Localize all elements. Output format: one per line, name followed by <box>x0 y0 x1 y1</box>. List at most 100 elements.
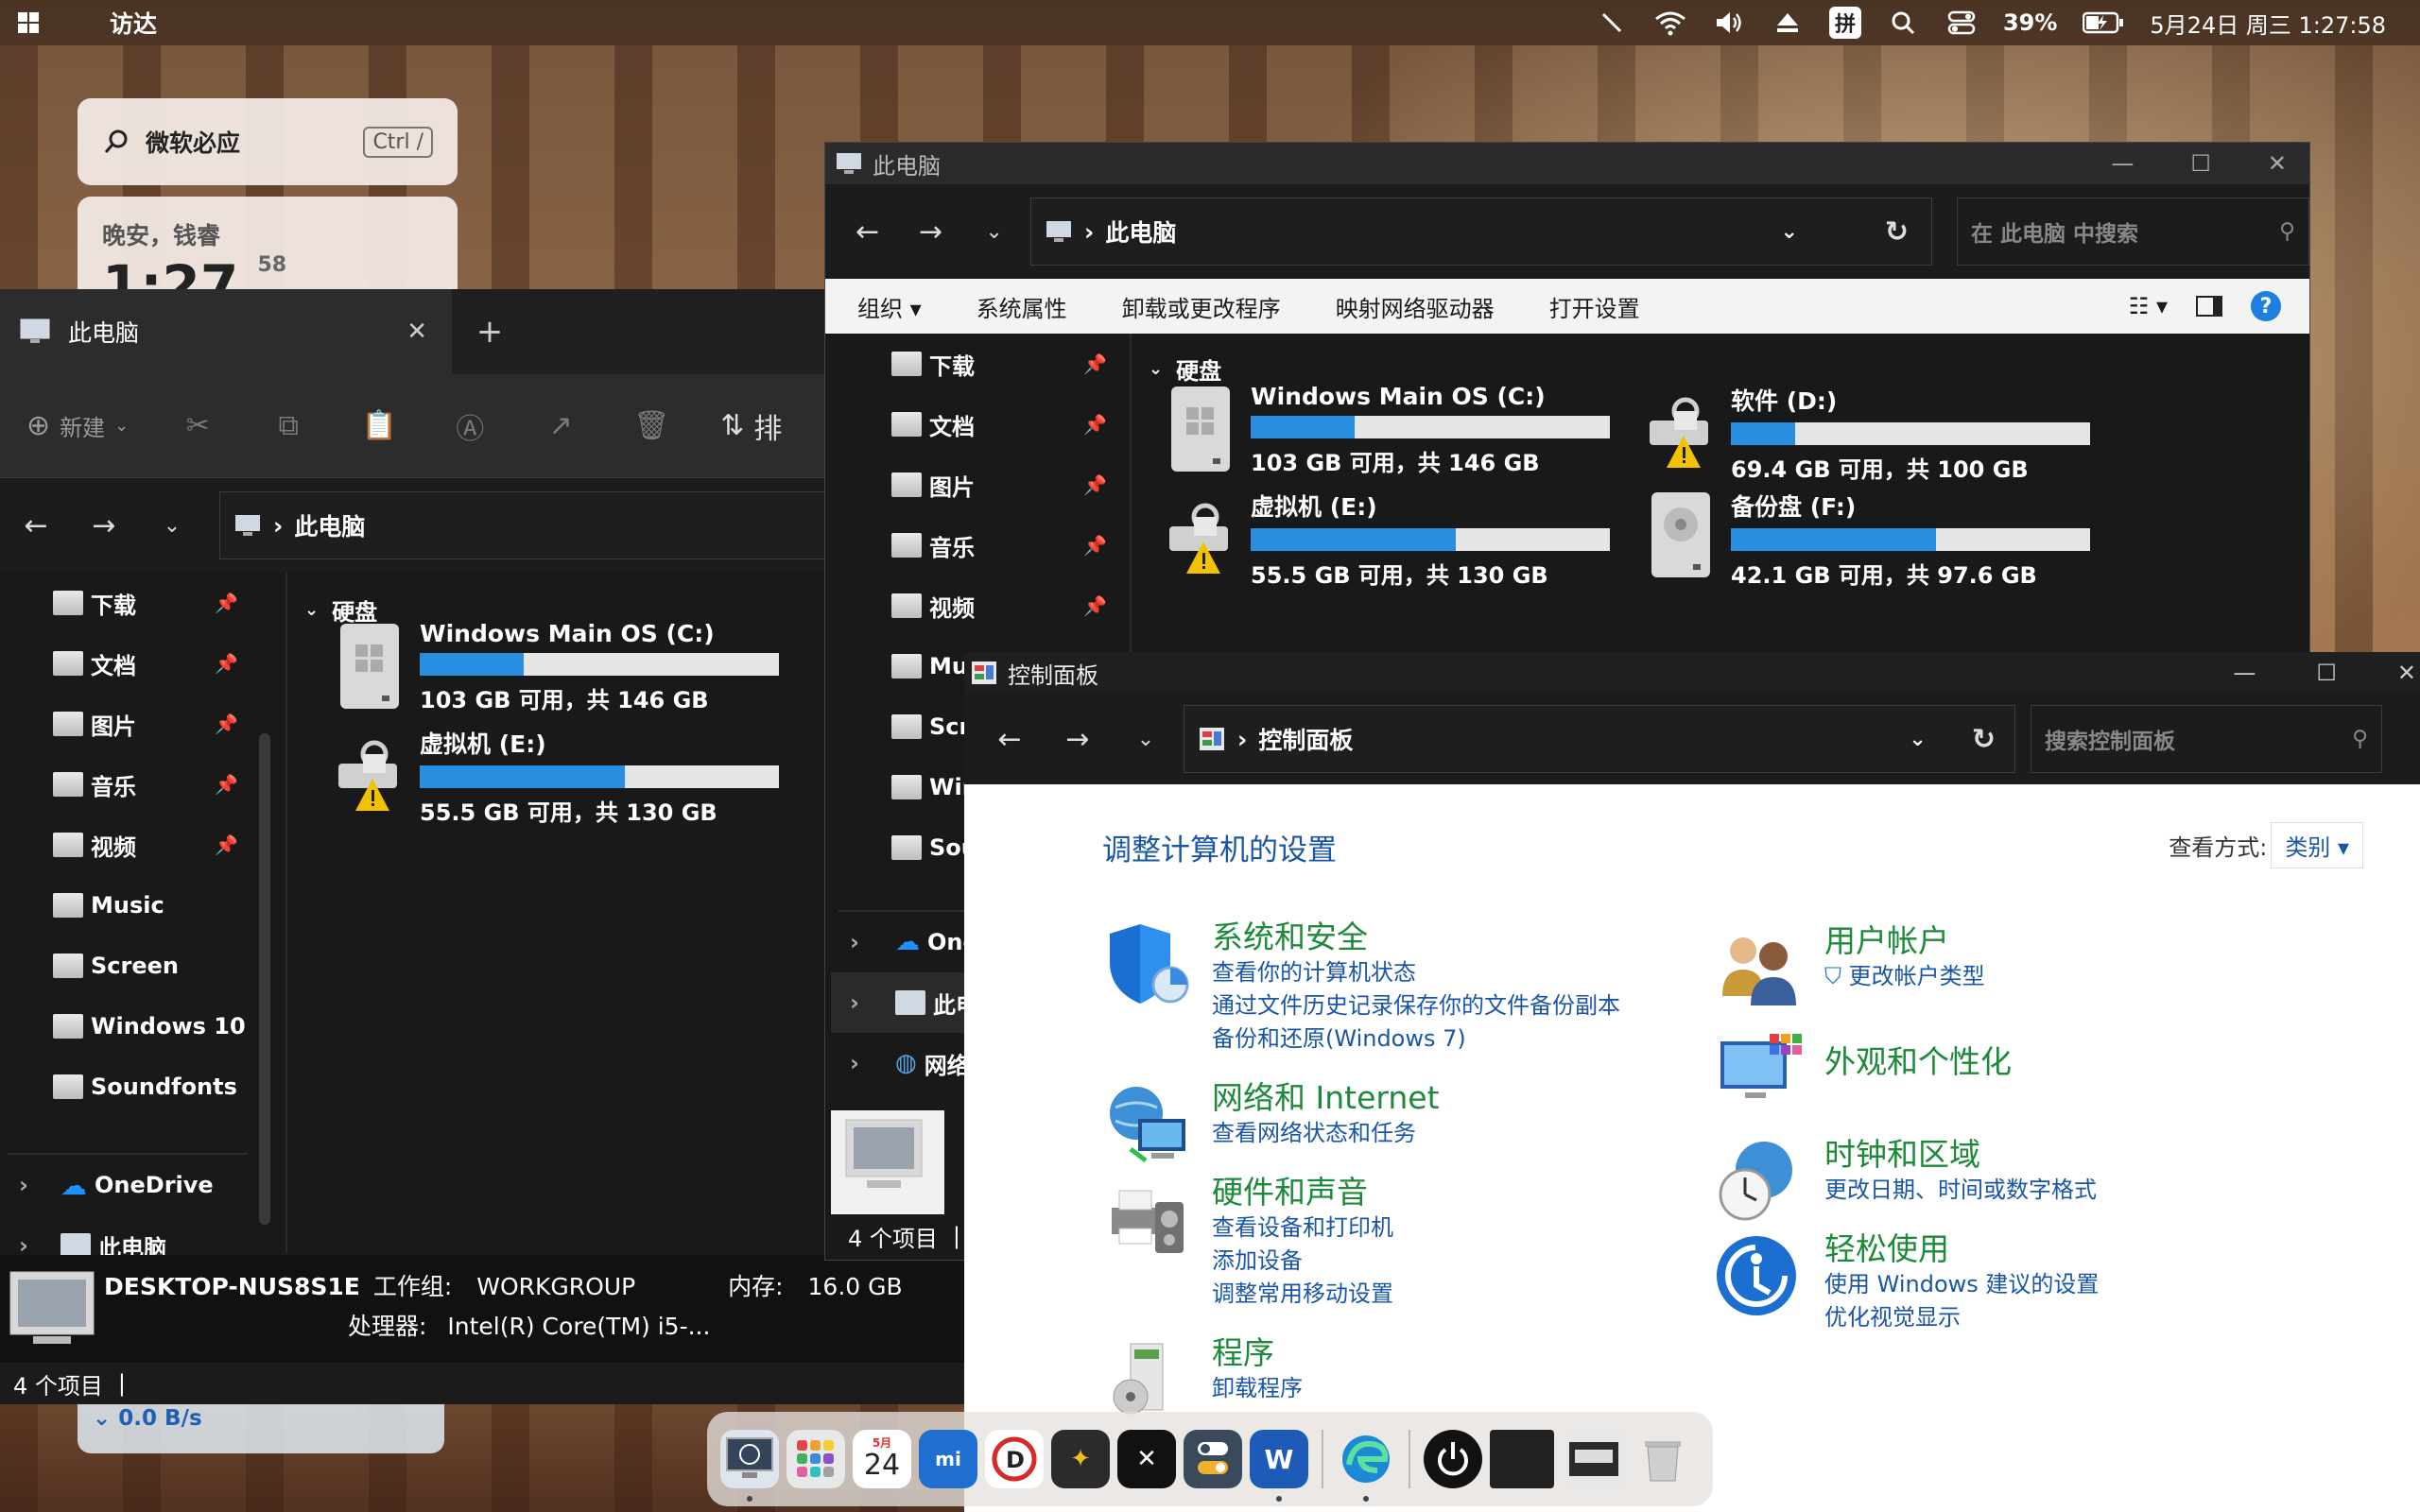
drive-c[interactable]: Windows Main OS (C:) 103 GB 可用，共 146 GB <box>335 620 779 714</box>
address-bar[interactable]: › 此电脑 ⌄ ↻ <box>1030 198 1933 266</box>
tab-this-pc[interactable]: 此电脑 ✕ <box>0 289 452 374</box>
close-icon[interactable]: ✕ <box>2397 660 2416 686</box>
new-button[interactable]: ⊕ 新建 ⌄ <box>26 409 129 442</box>
battery-icon[interactable] <box>2082 6 2125 40</box>
sidebar-item-documents[interactable]: 文档 📌 <box>0 633 255 694</box>
sidebar-item-music-folder[interactable]: Music <box>0 875 255 936</box>
category-title[interactable]: 时钟和区域 <box>1824 1136 2097 1174</box>
dock-calendar[interactable]: 5月 24 <box>853 1430 911 1488</box>
chevron-down-icon[interactable]: ⌄ <box>151 514 193 538</box>
category-title[interactable]: 网络和 Internet <box>1212 1079 1440 1117</box>
category-link[interactable]: 更改日期、时间或数字格式 <box>1824 1174 2097 1207</box>
system-properties-button[interactable]: 系统属性 <box>977 290 1067 323</box>
search-input[interactable]: 在 此电脑 中搜索 ⚲ <box>1957 198 2309 266</box>
sidebar-item-downloads[interactable]: 下载 📌 <box>831 334 1124 394</box>
drive-d[interactable]: 软件 (D:) 69.4 GB 可用，共 100 GB <box>1646 383 2090 484</box>
category-title[interactable]: 程序 <box>1212 1334 1303 1372</box>
dock-trash[interactable] <box>1634 1430 1692 1488</box>
volume-icon[interactable] <box>1712 6 1746 40</box>
chevron-down-icon[interactable]: ⌄ <box>975 220 1013 244</box>
chevron-down-icon[interactable]: ⌄ <box>1780 220 1797 244</box>
forward-arrow-icon[interactable]: → <box>911 215 950 249</box>
category-link[interactable]: 备份和还原(Windows 7) <box>1212 1022 1620 1056</box>
dock-app-bird[interactable]: ✦ <box>1051 1430 1110 1488</box>
category-link[interactable]: 添加设备 <box>1212 1245 1393 1278</box>
maximize-icon[interactable]: ☐ <box>2316 660 2337 686</box>
dock-word[interactable]: W <box>1250 1430 1308 1502</box>
title-bar[interactable]: 此电脑 — ☐ ✕ <box>825 143 2309 184</box>
category-title[interactable]: 硬件和声音 <box>1212 1174 1393 1211</box>
title-bar[interactable]: 控制面板 — ☐ ✕ <box>964 652 2420 694</box>
view-options-icon[interactable]: ☷ ▾ <box>2129 293 2168 319</box>
drive-e[interactable]: 虚拟机 (E:) 55.5 GB 可用，共 130 GB <box>335 726 779 827</box>
category-link[interactable]: 通过文件历史记录保存你的文件备份副本 <box>1212 989 1620 1022</box>
sidebar-item-soundfonts[interactable]: Soundfonts <box>0 1057 255 1117</box>
sidebar-item-pictures[interactable]: 图片 📌 <box>831 455 1124 515</box>
sidebar-item-music[interactable]: 音乐 📌 <box>0 754 255 815</box>
category-title[interactable]: 外观和个性化 <box>1824 1043 2012 1081</box>
drive-c[interactable]: Windows Main OS (C:) 103 GB 可用，共 146 GB <box>1166 383 1610 477</box>
search-input[interactable]: 搜索控制面板 ⚲ <box>2031 705 2382 773</box>
category-link[interactable]: 卸载程序 <box>1212 1372 1303 1405</box>
control-center-icon[interactable] <box>1945 6 1979 40</box>
category-link[interactable]: 调整常用移动设置 <box>1212 1278 1393 1311</box>
back-arrow-icon[interactable]: ← <box>848 215 887 249</box>
address-bar[interactable]: › 控制面板 ⌄ ↻ <box>1184 705 2015 773</box>
bing-search-widget[interactable]: 微软必应 Ctrl / <box>78 98 458 185</box>
category-link[interactable]: 查看网络状态和任务 <box>1212 1117 1440 1150</box>
clock-datetime[interactable]: 5月24日 周三 1:27:58 <box>2150 7 2386 40</box>
category-title[interactable]: 系统和安全 <box>1212 919 1620 956</box>
open-settings-button[interactable]: 打开设置 <box>1549 290 1640 323</box>
category-title[interactable]: 轻松使用 <box>1824 1230 2099 1268</box>
search-icon[interactable] <box>1886 6 1920 40</box>
back-arrow-icon[interactable]: ← <box>15 509 57 542</box>
category-link[interactable]: 查看设备和打印机 <box>1212 1211 1393 1245</box>
new-tab-button[interactable]: + <box>452 289 527 374</box>
scrollbar[interactable] <box>259 733 270 1225</box>
share-icon[interactable]: ↗ <box>539 404 582 448</box>
chevron-down-icon[interactable]: ⌄ <box>1909 728 1926 751</box>
paste-icon[interactable]: 📋 <box>357 404 401 448</box>
sidebar-item-pictures[interactable]: 图片 📌 <box>0 694 255 754</box>
minimize-icon[interactable]: — <box>2111 150 2134 177</box>
category-link[interactable]: 查看你的计算机状态 <box>1212 956 1620 989</box>
dock-window-2[interactable] <box>1562 1430 1626 1488</box>
close-icon[interactable]: ✕ <box>2268 150 2287 177</box>
dock-window-1[interactable] <box>1490 1430 1554 1488</box>
category-link-with-shield[interactable]: ⛉ 更改帐户类型 <box>1824 960 1985 993</box>
view-by-select[interactable]: 类别 ▾ <box>2271 822 2363 868</box>
drive-f[interactable]: 备份盘 (F:) 42.1 GB 可用，共 97.6 GB <box>1646 489 2090 590</box>
ime-icon[interactable]: 拼 <box>1828 7 1861 39</box>
start-button[interactable] <box>0 0 57 45</box>
forward-arrow-icon[interactable]: → <box>83 509 125 542</box>
close-tab-icon[interactable]: ✕ <box>406 318 427 346</box>
eject-icon[interactable] <box>1771 6 1805 40</box>
wifi-icon[interactable] <box>1653 6 1687 40</box>
copy-icon[interactable]: ⧉ <box>267 404 310 448</box>
category-title[interactable]: 用户帐户 <box>1824 922 1985 960</box>
sidebar-item-documents[interactable]: 文档 📌 <box>831 394 1124 455</box>
minimize-icon[interactable]: — <box>2233 660 2256 686</box>
sidebar-item-downloads[interactable]: 下载 📌 <box>0 573 255 633</box>
sidebar-item-screen[interactable]: Screen <box>0 936 255 996</box>
dock-app-d[interactable]: D <box>985 1430 1044 1488</box>
sidebar-item-onedrive[interactable]: › ☁ OneDrive <box>0 1155 255 1215</box>
map-network-drive-button[interactable]: 映射网络驱动器 <box>1336 290 1495 323</box>
chevron-down-icon[interactable]: ⌄ <box>1125 728 1167 751</box>
dock-app-mi[interactable]: mi <box>919 1430 977 1488</box>
back-arrow-icon[interactable]: ← <box>989 723 1030 756</box>
category-link[interactable]: 使用 Windows 建议的设置 <box>1824 1268 2099 1301</box>
category-link[interactable]: 优化视觉显示 <box>1824 1301 2099 1334</box>
refresh-icon[interactable]: ↻ <box>1885 215 1909 249</box>
rename-icon[interactable]: Ⓐ <box>448 404 492 448</box>
forward-arrow-icon[interactable]: → <box>1057 723 1098 756</box>
organize-button[interactable]: 组织 ▾ <box>857 290 922 323</box>
help-icon[interactable]: ? <box>2251 291 2281 321</box>
maximize-icon[interactable]: ☐ <box>2190 150 2211 177</box>
section-header[interactable]: ⌄ 硬盘 <box>1149 352 1221 386</box>
sort-button[interactable]: ⇅ 排 <box>720 404 782 448</box>
dock-app-toggles[interactable] <box>1184 1430 1242 1488</box>
pen-icon[interactable] <box>1595 6 1629 40</box>
dock-edge[interactable] <box>1337 1430 1395 1502</box>
refresh-icon[interactable]: ↻ <box>1972 723 1996 756</box>
